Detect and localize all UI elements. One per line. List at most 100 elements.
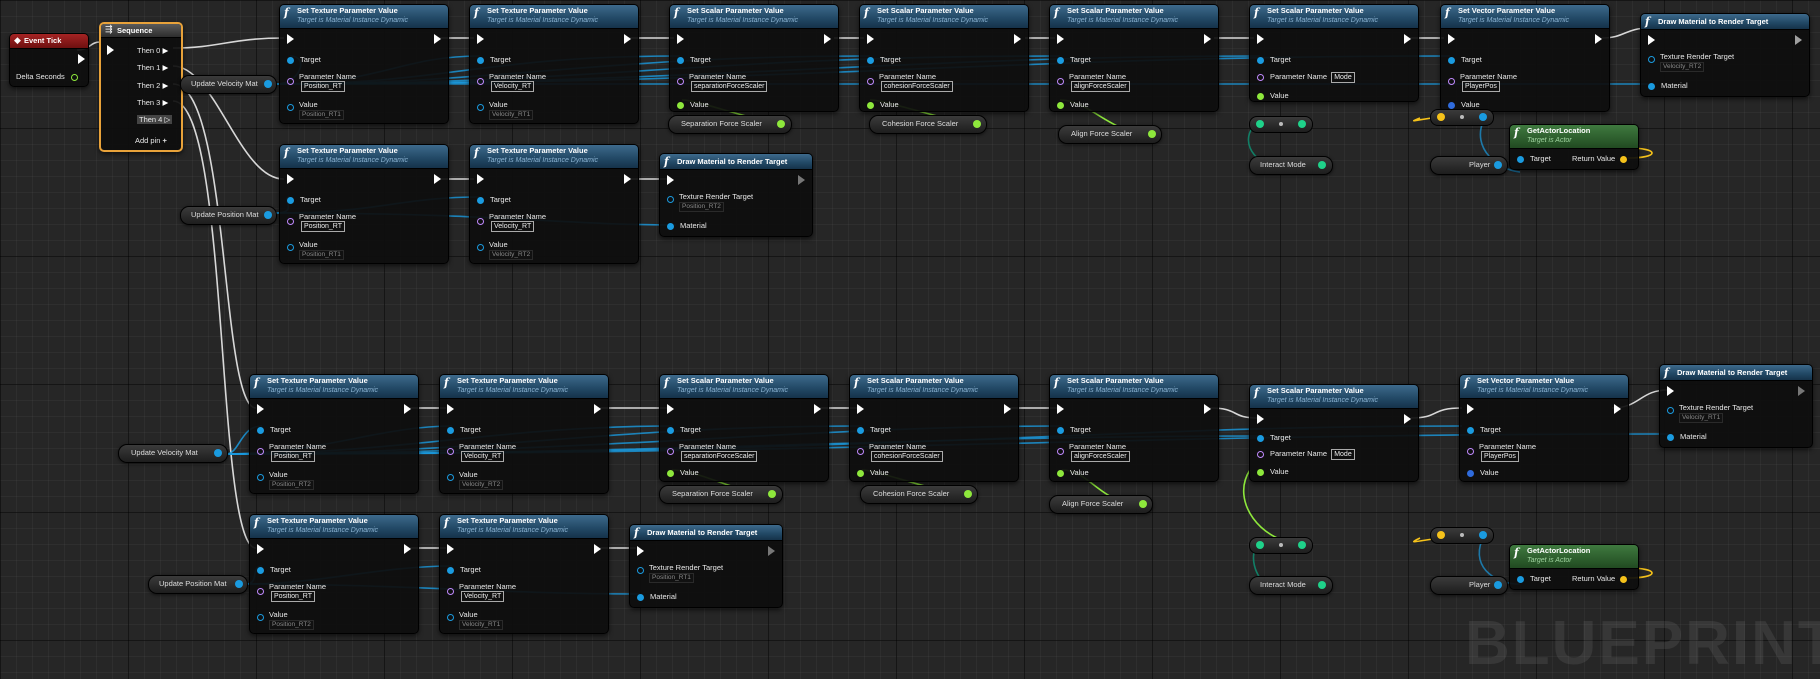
- data-pin[interactable]: [867, 101, 874, 109]
- reroute-knot[interactable]: [1279, 122, 1283, 126]
- data-pin[interactable]: [477, 244, 484, 251]
- set-scalar-param-node[interactable]: f Set Scalar Parameter Value Target is Mat…: [1049, 4, 1219, 112]
- parameter-name-field[interactable]: alignForceScaler: [1071, 451, 1130, 462]
- parameter-name-field[interactable]: separationForceScaler: [681, 451, 758, 462]
- output-pin[interactable]: [1494, 581, 1502, 589]
- exec-in-pin[interactable]: [677, 34, 684, 44]
- node-header[interactable]: f Set Vector Parameter Value Target is Mat…: [1460, 375, 1628, 399]
- output-pin[interactable]: [1437, 531, 1445, 539]
- exec-out-pin[interactable]: [768, 546, 775, 556]
- update-velocity-mat-var[interactable]: Update Velocity Mat: [118, 444, 228, 463]
- data-pin[interactable]: [447, 474, 454, 481]
- data-pin[interactable]: [447, 426, 454, 434]
- update-velocity-mat-var[interactable]: Update Velocity Mat: [180, 75, 277, 94]
- data-pin[interactable]: [1667, 407, 1674, 414]
- data-pin[interactable]: [1667, 433, 1674, 441]
- exec-in-pin[interactable]: [637, 546, 644, 556]
- player-var[interactable]: Player: [1430, 576, 1508, 595]
- node-header[interactable]: f Set Texture Parameter Value Target is Ma…: [250, 375, 418, 399]
- exec-out-pin[interactable]: [1795, 35, 1802, 45]
- data-pin[interactable]: [667, 222, 674, 230]
- data-pin[interactable]: [857, 426, 864, 434]
- data-pin[interactable]: [1257, 73, 1264, 81]
- node-header[interactable]: f Draw Material to Render Target: [1660, 365, 1812, 381]
- output-pin[interactable]: [964, 490, 972, 498]
- sequence-node[interactable]: ⇶ Sequence Then 0 ▶ Then 1 ▶ Then 2 ▶ Th…: [99, 22, 183, 152]
- exec-out-pin[interactable]: [814, 404, 821, 414]
- set-scalar-param-node[interactable]: f Set Scalar Parameter Value Target is Mat…: [849, 374, 1019, 482]
- then-1[interactable]: Then 1 ▶: [137, 63, 168, 72]
- node-header[interactable]: f Set Texture Parameter Value Target is Ma…: [440, 515, 608, 539]
- update-position-mat-var[interactable]: Update Position Mat: [180, 206, 277, 225]
- set-scalar-param-node[interactable]: f Set Scalar Parameter Value Target is Mat…: [1249, 4, 1419, 102]
- data-pin[interactable]: [667, 448, 674, 455]
- data-pin[interactable]: [1257, 450, 1264, 458]
- set-scalar-param-node[interactable]: f Set Scalar Parameter Value Target is Mat…: [669, 4, 839, 112]
- exec-in-pin[interactable]: [1667, 386, 1674, 396]
- reroute-node[interactable]: [1430, 527, 1494, 544]
- asset-dropdown[interactable]: Velocity_RT1: [489, 110, 534, 120]
- asset-dropdown[interactable]: Velocity_RT1: [1679, 413, 1724, 423]
- reroute-node[interactable]: [1430, 109, 1494, 126]
- data-pin[interactable]: [857, 469, 864, 477]
- interact-mode-var[interactable]: Interact Mode: [1249, 576, 1333, 595]
- exec-in-pin[interactable]: [1648, 35, 1655, 45]
- event-tick-node[interactable]: ◆ Event Tick Delta Seconds: [9, 33, 89, 87]
- data-pin[interactable]: [1057, 78, 1064, 85]
- data-pin[interactable]: [1648, 82, 1655, 90]
- parameter-name-field[interactable]: Position_RT: [271, 451, 316, 462]
- exec-out-pin[interactable]: [624, 34, 631, 44]
- exec-in-pin[interactable]: [667, 175, 674, 185]
- data-pin[interactable]: [667, 196, 674, 203]
- output-pin[interactable]: [235, 580, 243, 588]
- output-pin[interactable]: [768, 490, 776, 498]
- data-pin[interactable]: [257, 426, 264, 434]
- data-pin[interactable]: [287, 56, 294, 64]
- draw-material-node[interactable]: f Draw Material to Render Target Texture …: [629, 524, 783, 608]
- data-pin[interactable]: [287, 104, 294, 111]
- draw-material-node[interactable]: f Draw Material to Render Target Texture …: [1640, 13, 1810, 97]
- output-pin[interactable]: [264, 80, 272, 88]
- node-header[interactable]: f Set Scalar Parameter Value Target is Mat…: [860, 5, 1028, 29]
- node-header[interactable]: ⇶ Sequence: [101, 24, 181, 38]
- parameter-name-field[interactable]: Mode: [1331, 449, 1355, 460]
- node-header[interactable]: f Set Scalar Parameter Value Target is Mat…: [1250, 5, 1418, 29]
- node-header[interactable]: f GetActorLocation Target is Actor: [1510, 545, 1638, 569]
- node-header[interactable]: f Set Scalar Parameter Value Target is Mat…: [1050, 375, 1218, 399]
- parameter-name-field[interactable]: cohesionForceScaler: [871, 451, 943, 462]
- exec-in-pin[interactable]: [257, 404, 264, 414]
- set-texture-param-node[interactable]: f Set Texture Parameter Value Target is Ma…: [439, 374, 609, 494]
- parameter-name-field[interactable]: Position_RT: [301, 221, 346, 232]
- data-pin[interactable]: [1257, 434, 1264, 442]
- data-pin[interactable]: [637, 593, 644, 601]
- interact-mode-var[interactable]: Interact Mode: [1249, 156, 1333, 175]
- output-pin[interactable]: [1298, 120, 1306, 128]
- output-pin[interactable]: [264, 211, 272, 219]
- exec-out-pin[interactable]: [404, 544, 411, 554]
- data-pin[interactable]: [667, 469, 674, 477]
- output-pin[interactable]: [1148, 130, 1156, 138]
- set-scalar-param-node[interactable]: f Set Scalar Parameter Value Target is Mat…: [659, 374, 829, 482]
- output-pin[interactable]: [777, 120, 785, 128]
- data-pin[interactable]: [1467, 448, 1474, 455]
- exec-in-pin[interactable]: [257, 544, 264, 554]
- add-pin-button[interactable]: Add pin +: [135, 136, 167, 145]
- data-pin[interactable]: [1467, 426, 1474, 434]
- data-pin[interactable]: [287, 244, 294, 251]
- set-texture-param-node[interactable]: f Set Texture Parameter Value Target is Ma…: [279, 144, 449, 264]
- asset-dropdown[interactable]: Velocity_RT2: [489, 250, 534, 260]
- exec-out-pin[interactable]: [824, 34, 831, 44]
- set-scalar-param-node[interactable]: f Set Scalar Parameter Value Target is Mat…: [1249, 384, 1419, 482]
- exec-in-pin[interactable]: [867, 34, 874, 44]
- data-pin[interactable]: [1257, 468, 1264, 476]
- data-pin[interactable]: [1057, 101, 1064, 109]
- draw-material-node[interactable]: f Draw Material to Render Target Texture …: [659, 153, 813, 237]
- exec-out-pin[interactable]: [434, 34, 441, 44]
- parameter-name-field[interactable]: Velocity_RT: [491, 221, 535, 232]
- node-header[interactable]: f Draw Material to Render Target: [1641, 14, 1809, 30]
- output-pin[interactable]: [1479, 113, 1487, 121]
- data-pin[interactable]: [1057, 469, 1064, 477]
- data-pin[interactable]: [867, 56, 874, 64]
- parameter-name-field[interactable]: Velocity_RT: [461, 451, 505, 462]
- exec-out-pin[interactable]: [1798, 386, 1805, 396]
